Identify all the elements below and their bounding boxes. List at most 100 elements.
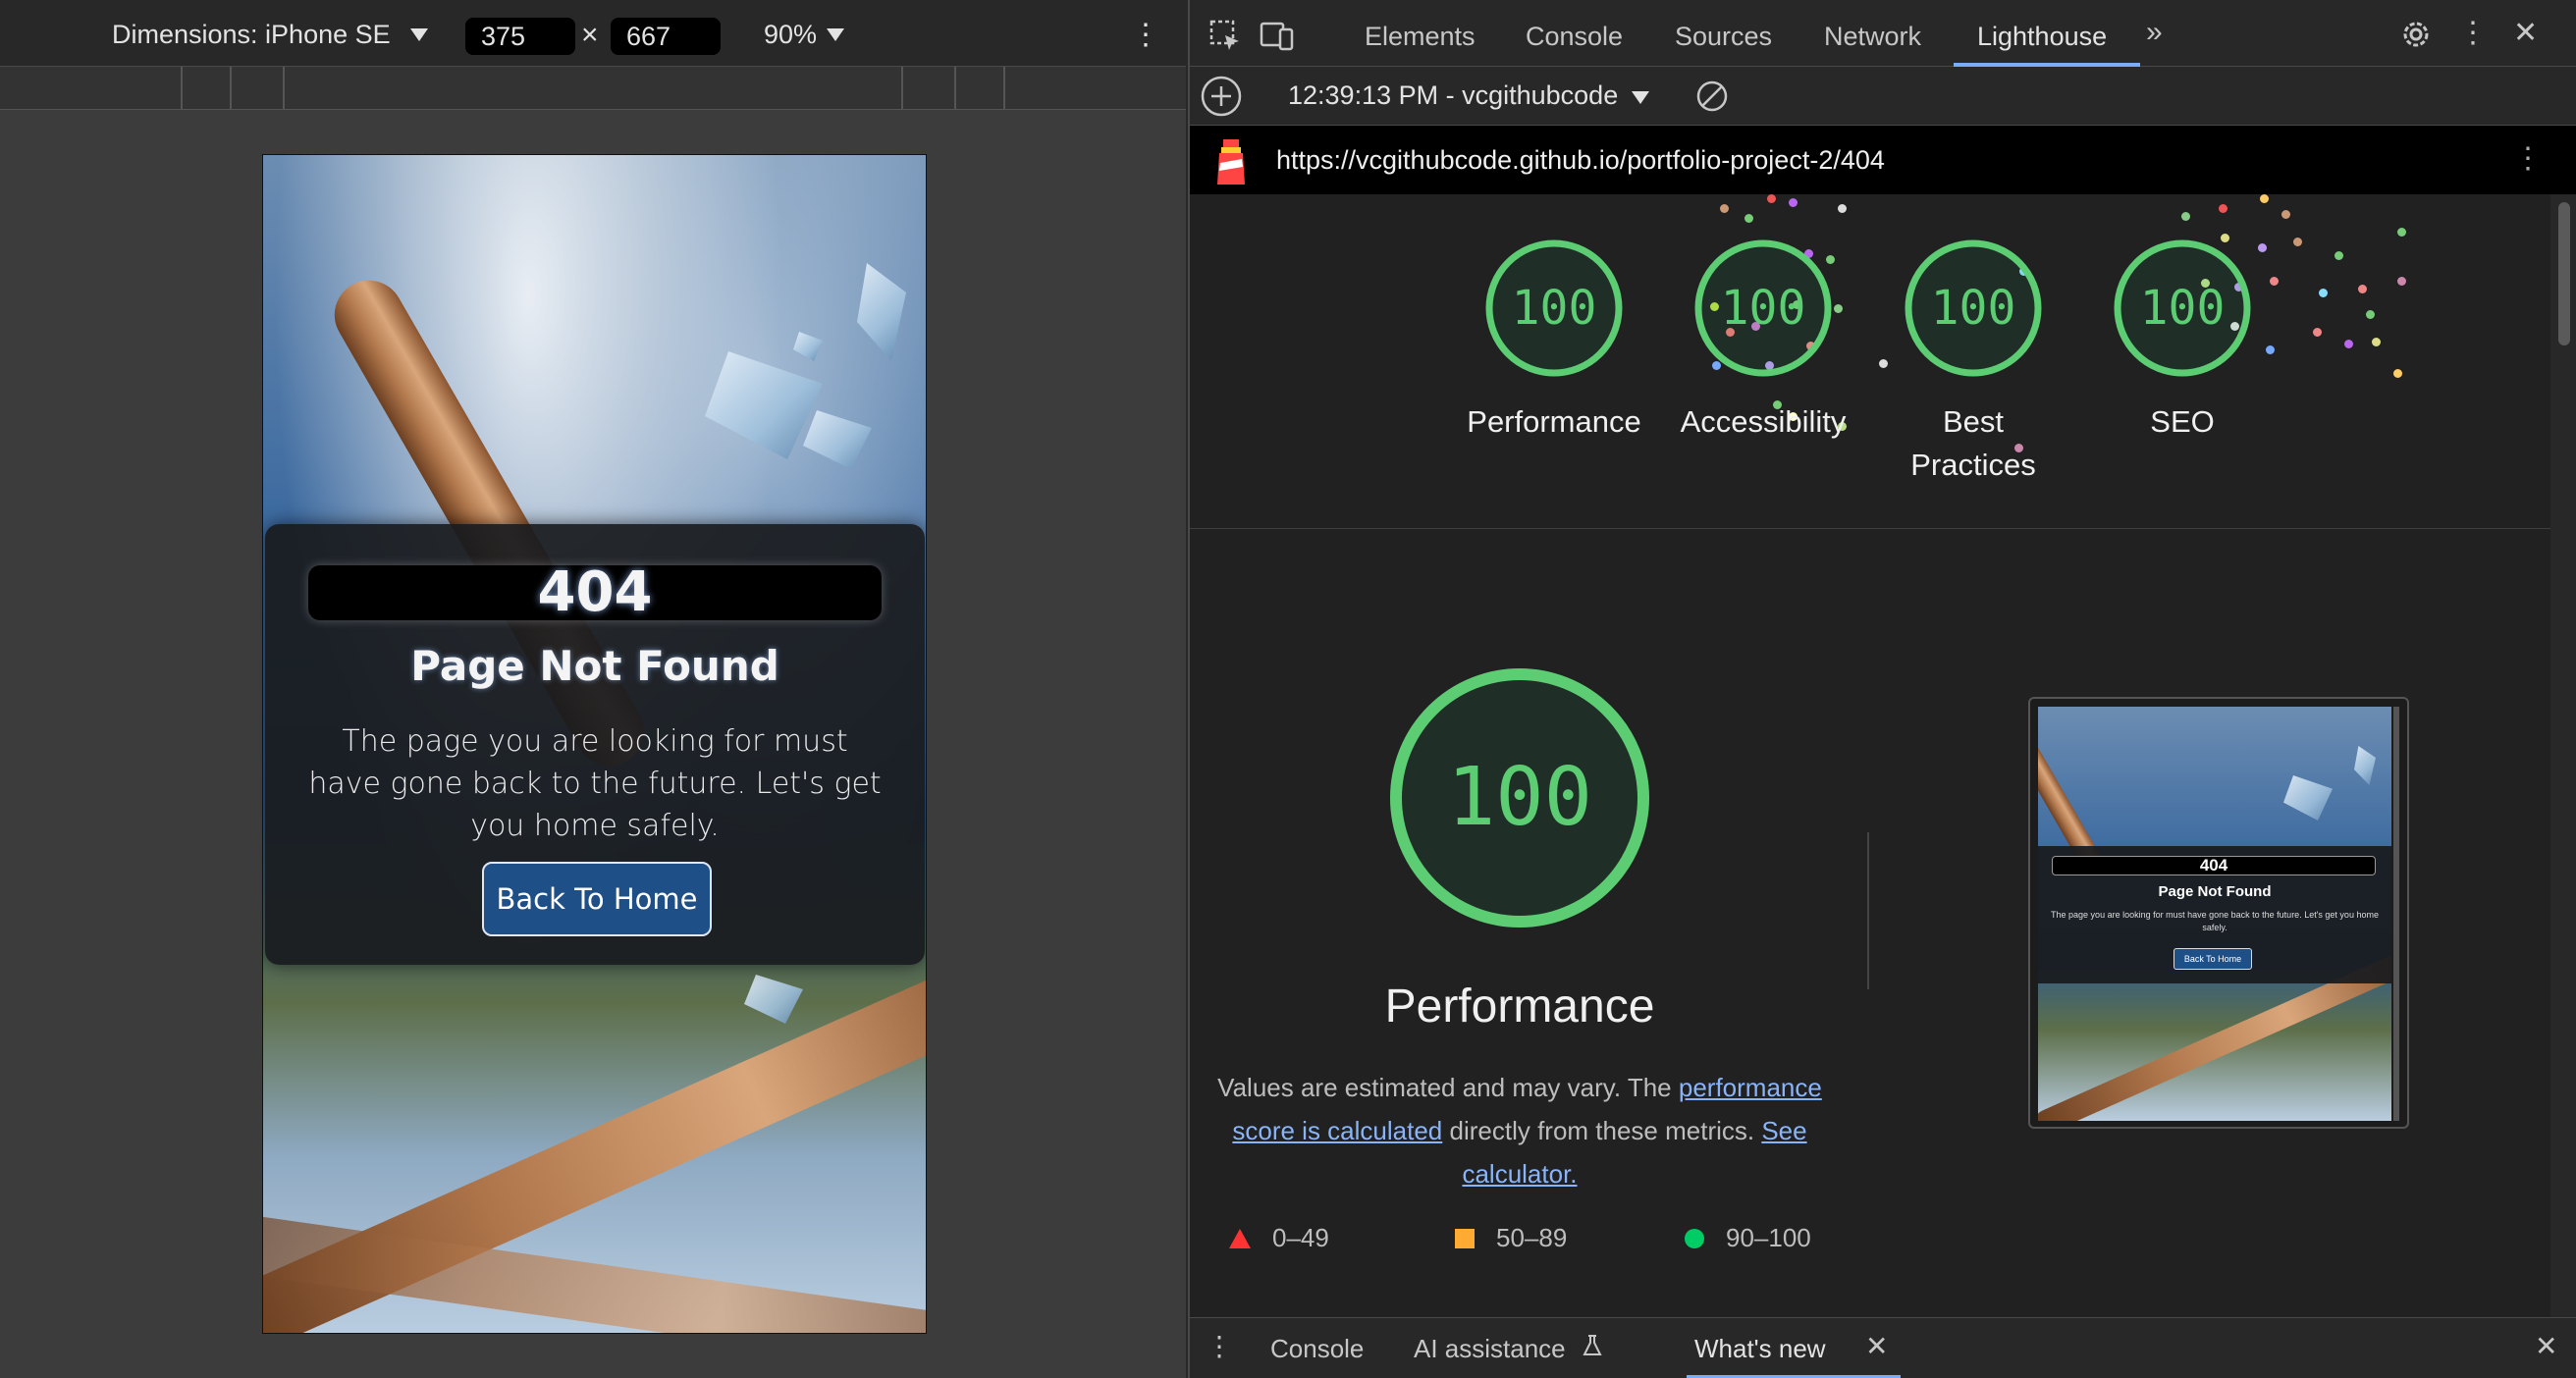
vertical-divider	[1867, 832, 1869, 989]
gauge-accessibility[interactable]: 100	[1693, 238, 1833, 378]
gauge-seo[interactable]: 100	[2113, 238, 2252, 378]
error-description: The page you are looking for must have g…	[308, 724, 882, 843]
glass-shard	[803, 410, 872, 469]
ruler-tick[interactable]	[181, 67, 183, 110]
drawer-tab-ai-assistance[interactable]: AI assistance	[1414, 1334, 1604, 1364]
legend-fail-label: 0–49	[1272, 1223, 1329, 1252]
score-legend: 0–49 50–89 90–100	[1229, 1223, 1916, 1262]
thumb-home-button: Back To Home	[2174, 948, 2252, 970]
device-emulation-pane: Dimensions: iPhone SE 375 × 667 90% ⋮ 40…	[0, 0, 1186, 1378]
devtools-drawer: ⋮ Console AI assistance What's new ✕ ✕	[1190, 1317, 2576, 1378]
thumb-error-description: The page you are looking for must have g…	[2051, 910, 2379, 932]
audited-url: https://vcgithubcode.github.io/portfolio…	[1276, 145, 1885, 175]
score-seo: 100	[2139, 281, 2226, 336]
gauge-performance[interactable]: 100	[1484, 238, 1624, 378]
hourglass-frame	[263, 1212, 926, 1333]
error-code: 404	[308, 565, 882, 620]
kebab-menu-icon[interactable]: ⋮	[2458, 16, 2488, 50]
back-to-home-button[interactable]: Back To Home	[482, 862, 712, 936]
close-icon[interactable]: ✕	[2513, 16, 2538, 50]
device-toggle-icon[interactable]	[1259, 18, 1296, 61]
glass-shard	[2354, 746, 2376, 785]
phone-viewport: 404 Page Not Found The page you are look…	[262, 154, 927, 1334]
drawer-tab-ai-label: AI assistance	[1414, 1334, 1566, 1363]
zoom-label: 90%	[764, 20, 818, 49]
ruler-tick[interactable]	[230, 67, 232, 110]
chevron-down-icon	[409, 28, 428, 41]
thumb-scrollbar	[2393, 707, 2399, 1121]
circle-icon	[1685, 1228, 1704, 1248]
zoom-dropdown[interactable]: 90%	[764, 20, 845, 50]
thumb-error-code: 404	[2052, 856, 2376, 875]
performance-title: Performance	[1384, 980, 1655, 1033]
gauge-best-practices[interactable]: 100	[1904, 238, 2043, 378]
error-card: 404 Page Not Found The page you are look…	[265, 524, 925, 965]
performance-description: Values are estimated and may vary. The p…	[1209, 1066, 1830, 1195]
label-performance: Performance	[1467, 404, 1641, 439]
tab-console[interactable]: Console	[1526, 22, 1623, 52]
legend-pass-label: 90–100	[1726, 1223, 1811, 1252]
dimensions-label: Dimensions: iPhone SE	[112, 20, 391, 49]
height-input[interactable]: 667	[611, 18, 721, 55]
times-sign: ×	[581, 19, 599, 51]
legend-average: 50–89	[1455, 1223, 1567, 1253]
chevron-down-icon	[827, 28, 845, 41]
clear-icon[interactable]	[1694, 79, 1730, 122]
devtools-pane: Elements Console Sources Network Lightho…	[1188, 0, 2576, 1378]
device-toolbar: Dimensions: iPhone SE 375 × 667 90% ⋮	[0, 0, 1186, 67]
legend-pass: 90–100	[1685, 1223, 1811, 1253]
close-drawer-icon[interactable]: ✕	[2535, 1330, 2557, 1362]
screenshot-image: 404 Page Not Found The page you are look…	[2038, 707, 2391, 1121]
label-best-practices: Best Practices	[1910, 404, 2036, 482]
inspect-element-icon[interactable]	[1208, 18, 1243, 61]
close-tab-icon[interactable]: ✕	[1865, 1330, 1888, 1362]
more-tabs-icon[interactable]: »	[2146, 16, 2163, 49]
report-selector[interactable]: 12:39:13 PM - vcgithubcode	[1288, 80, 1649, 111]
lighthouse-toolbar: 12:39:13 PM - vcgithubcode	[1190, 67, 2576, 126]
final-screenshot[interactable]: 404 Page Not Found The page you are look…	[2028, 697, 2409, 1129]
devtools-tabbar: Elements Console Sources Network Lightho…	[1190, 0, 2576, 67]
tab-network[interactable]: Network	[1824, 22, 1921, 52]
lighthouse-report: 100 Performance 100 Accessibility 100 Be…	[1190, 194, 2550, 1317]
thumb-error-title: Page Not Found	[2158, 883, 2272, 900]
legend-average-label: 50–89	[1496, 1223, 1568, 1252]
lighthouse-url-bar: https://vcgithubcode.github.io/portfolio…	[1190, 126, 2576, 194]
glass-shard	[2283, 775, 2333, 821]
drawer-tab-whats-new[interactable]: What's new	[1694, 1334, 1826, 1364]
gear-icon[interactable]	[2399, 18, 2433, 59]
section-divider	[1190, 528, 2550, 529]
gauge-performance-large: 100	[1389, 667, 1650, 928]
new-report-icon[interactable]	[1200, 75, 1243, 126]
flask-icon	[1581, 1334, 1604, 1363]
square-icon	[1455, 1228, 1475, 1248]
width-input[interactable]: 375	[465, 18, 575, 55]
desc-text: directly from these metrics.	[1442, 1116, 1762, 1145]
glass-shard	[744, 975, 803, 1024]
thumb-error-card: 404 Page Not Found The page you are look…	[2038, 846, 2391, 983]
triangle-icon	[1229, 1228, 1251, 1248]
report-menu-icon[interactable]: ⋮	[2513, 141, 2543, 176]
ruler-tick[interactable]	[1003, 67, 1005, 110]
legend-fail: 0–49	[1229, 1223, 1329, 1253]
drawer-menu-icon[interactable]: ⋮	[1206, 1330, 1233, 1362]
more-options-icon[interactable]: ⋮	[1131, 18, 1160, 52]
scrollbar-thumb[interactable]	[2558, 202, 2570, 345]
label-seo: SEO	[2150, 404, 2215, 439]
drawer-tab-console[interactable]: Console	[1270, 1334, 1364, 1364]
glass-shard	[857, 263, 906, 361]
report-label: 12:39:13 PM - vcgithubcode	[1288, 80, 1619, 110]
glass-shard	[793, 332, 823, 361]
score-accessibility: 100	[1720, 281, 1806, 336]
label-accessibility: Accessibility	[1680, 404, 1847, 439]
report-scrollbar[interactable]	[2550, 194, 2576, 1317]
ruler-tick[interactable]	[954, 67, 956, 110]
error-title: Page Not Found	[410, 642, 779, 690]
tab-elements[interactable]: Elements	[1365, 22, 1476, 52]
tab-sources[interactable]: Sources	[1675, 22, 1772, 52]
score-best-practices: 100	[1930, 281, 2016, 336]
ruler-tick[interactable]	[283, 67, 285, 110]
dimensions-dropdown[interactable]: Dimensions: iPhone SE	[112, 20, 428, 50]
ruler-tick[interactable]	[901, 67, 903, 110]
tab-lighthouse[interactable]: Lighthouse	[1977, 22, 2107, 52]
chevron-down-icon	[1631, 91, 1649, 104]
